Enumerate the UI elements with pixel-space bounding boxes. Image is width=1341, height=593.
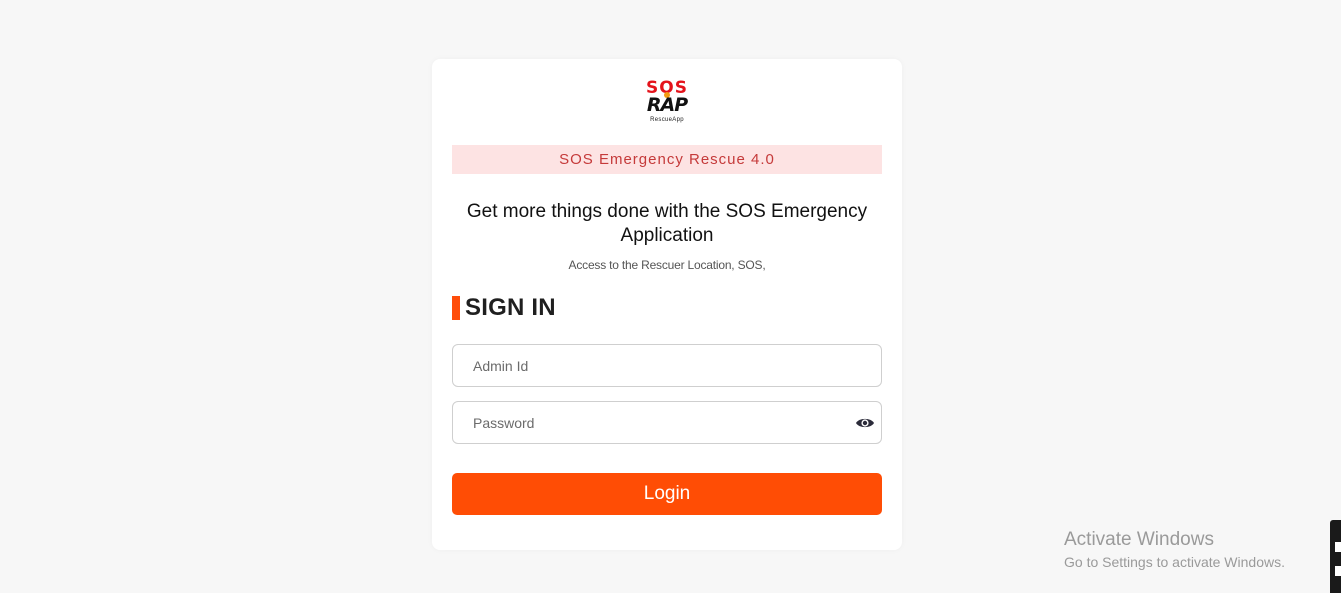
login-button[interactable]: Login — [452, 473, 882, 515]
watermark-title: Activate Windows — [1064, 529, 1214, 550]
signin-title: SIGN IN — [465, 294, 556, 321]
side-widget[interactable] — [1330, 520, 1341, 593]
windows-activation-watermark: Activate Windows Go to Settings to activ… — [1064, 529, 1285, 571]
sos-rap-logo: SOS RAP RescueApp — [640, 79, 694, 127]
logo-rap-text: RAP — [646, 94, 688, 116]
side-widget-icon-2 — [1335, 566, 1341, 576]
eye-icon[interactable] — [855, 416, 875, 430]
watermark-subtitle: Go to Settings to activate Windows. — [1064, 554, 1285, 570]
password-field — [452, 401, 882, 444]
signin-heading: SIGN IN — [452, 294, 556, 321]
logo-subtitle: RescueApp — [650, 117, 684, 123]
signin-accent-bar — [452, 296, 460, 320]
password-input[interactable] — [453, 402, 881, 443]
login-card: SOS RAP RescueApp SOS Emergency Rescue 4… — [432, 59, 902, 550]
admin-id-field — [452, 344, 882, 387]
side-widget-icon-1 — [1335, 542, 1341, 552]
admin-id-input[interactable] — [453, 345, 881, 386]
version-banner: SOS Emergency Rescue 4.0 — [452, 145, 882, 174]
page-subheadline: Access to the Rescuer Location, SOS, — [568, 258, 766, 272]
page-headline: Get more things done with the SOS Emerge… — [466, 201, 868, 246]
